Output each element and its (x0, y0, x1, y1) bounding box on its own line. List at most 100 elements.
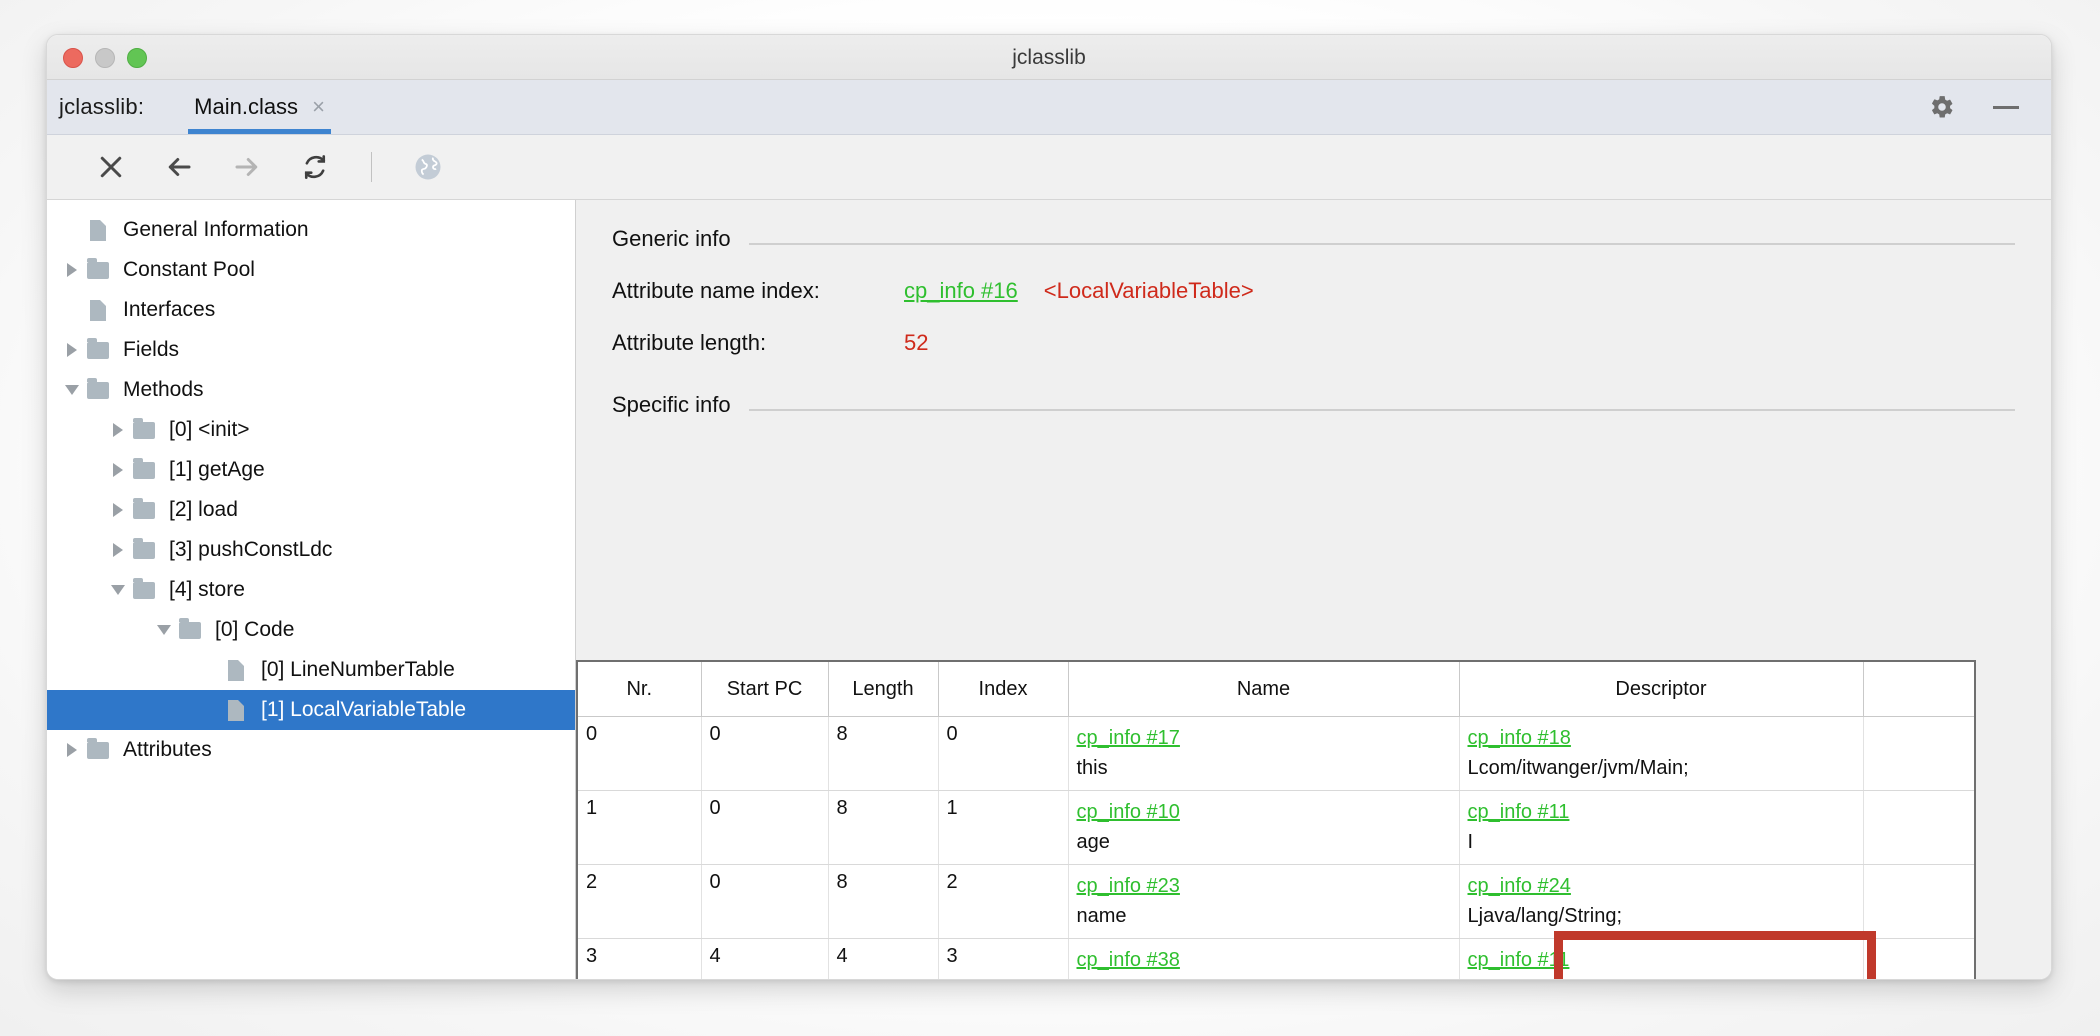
tree-node-label: Constant Pool (123, 258, 255, 282)
cell-start-pc: 0 (701, 865, 828, 939)
close-icon[interactable] (91, 147, 131, 187)
file-icon (85, 300, 111, 321)
column-header[interactable]: Name (1068, 662, 1459, 717)
table-row[interactable]: 1081cp_info #10agecp_info #11I (578, 791, 1976, 865)
tree-node[interactable]: [1] getAge (47, 450, 575, 490)
cell-filler (1863, 791, 1976, 865)
tree-node-label: [0] Code (215, 618, 294, 642)
chevron-right-icon[interactable] (59, 743, 85, 757)
chevron-down-icon[interactable] (151, 625, 177, 635)
generic-info-title: Generic info (612, 226, 731, 252)
column-header[interactable]: Start PC (701, 662, 828, 717)
back-arrow-icon[interactable] (159, 147, 199, 187)
table-row[interactable]: 0080cp_info #17thiscp_info #18Lcom/itwan… (578, 717, 1976, 791)
cp-info-link[interactable]: cp_info #18 (1468, 723, 1855, 753)
table-row[interactable]: 3443cp_info #38tempcp_info #11I (578, 939, 1976, 981)
cp-info-link[interactable]: cp_info #10 (1077, 797, 1451, 827)
tree-node-label: [2] load (169, 498, 238, 522)
folder-icon (131, 582, 157, 599)
generic-info-header: Generic info (612, 200, 2051, 252)
tree-node-label: [1] getAge (169, 458, 265, 482)
tree-node[interactable]: [3] pushConstLdc (47, 530, 575, 570)
column-header[interactable]: Length (828, 662, 938, 717)
folder-icon (131, 462, 157, 479)
tree-node[interactable]: [0] Code (47, 610, 575, 650)
cp-info-link[interactable]: cp_info #24 (1468, 871, 1855, 901)
specific-info-header: Specific info (612, 356, 2051, 418)
attribute-length-label: Attribute length: (612, 330, 904, 356)
tree-node[interactable]: [1] LocalVariableTable (47, 690, 575, 730)
chevron-right-icon[interactable] (105, 463, 131, 477)
cp-info-link[interactable]: cp_info #23 (1077, 871, 1451, 901)
gear-icon[interactable] (1929, 94, 1955, 120)
tree-node-label: Fields (123, 338, 179, 362)
cell-name: cp_info #38temp (1068, 939, 1459, 981)
tree-node-label: [4] store (169, 578, 245, 602)
tree-node[interactable]: [0] <init> (47, 410, 575, 450)
tree-node[interactable]: Interfaces (47, 290, 575, 330)
tree-node[interactable]: [4] store (47, 570, 575, 610)
screen: jclasslib jclasslib: Main.class × (0, 0, 2100, 1036)
cell-filler (1863, 717, 1976, 791)
folder-icon (131, 502, 157, 519)
tree-node[interactable]: Attributes (47, 730, 575, 770)
chevron-right-icon[interactable] (59, 263, 85, 277)
column-header[interactable]: Nr. (578, 662, 701, 717)
cell-start-pc: 0 (701, 717, 828, 791)
cp-info-link[interactable]: cp_info #17 (1077, 723, 1451, 753)
tree-node-label: [3] pushConstLdc (169, 538, 332, 562)
divider (749, 409, 2015, 411)
cp-info-link[interactable]: cp_info #38 (1077, 945, 1451, 975)
class-structure-tree[interactable]: General Information Constant Pool Interfac… (47, 200, 576, 980)
tree-node-label: Methods (123, 378, 204, 402)
cell-name-value: age (1077, 827, 1451, 857)
tree-node[interactable]: General Information (47, 210, 575, 250)
tabbar-actions (1929, 94, 2051, 120)
column-header[interactable]: Index (938, 662, 1068, 717)
tree-node[interactable]: [0] LineNumberTable (47, 650, 575, 690)
table-header: Nr.Start PCLengthIndexNameDescriptor (578, 662, 1976, 717)
column-header[interactable]: Descriptor (1459, 662, 1863, 717)
specific-info-title: Specific info (612, 392, 731, 418)
cell-descriptor: cp_info #18Lcom/itwanger/jvm/Main; (1459, 717, 1863, 791)
chevron-right-icon[interactable] (105, 543, 131, 557)
attribute-length-value: 52 (904, 330, 928, 356)
folder-icon (131, 422, 157, 439)
folder-icon (85, 262, 111, 279)
chevron-right-icon[interactable] (105, 423, 131, 437)
folder-icon (131, 542, 157, 559)
tree-node[interactable]: Methods (47, 370, 575, 410)
tree-node[interactable]: Constant Pool (47, 250, 575, 290)
chevron-right-icon[interactable] (105, 503, 131, 517)
reload-icon[interactable] (295, 147, 335, 187)
chevron-down-icon[interactable] (105, 585, 131, 595)
folder-icon (85, 742, 111, 759)
cell-nr: 3 (578, 939, 701, 981)
folder-icon (177, 622, 203, 639)
minimize-icon[interactable] (1993, 106, 2019, 109)
chevron-right-icon[interactable] (59, 343, 85, 357)
attribute-detail-pane: Generic info Attribute name index: cp_in… (576, 200, 2051, 980)
table-row[interactable]: 2082cp_info #23namecp_info #24Ljava/lang… (578, 865, 1976, 939)
tree-node[interactable]: Fields (47, 330, 575, 370)
window-titlebar: jclasslib (47, 35, 2051, 80)
cp-info-link[interactable]: cp_info #11 (1468, 797, 1855, 827)
attribute-name-index-label: Attribute name index: (612, 278, 904, 304)
attribute-length-row: Attribute length: 52 (612, 330, 2051, 356)
cell-length: 8 (828, 717, 938, 791)
cell-index: 1 (938, 791, 1068, 865)
file-icon (223, 700, 249, 721)
divider (749, 243, 2015, 245)
window-title: jclasslib (47, 46, 2051, 70)
tab-bar: jclasslib: Main.class × (47, 80, 2051, 135)
tree-node[interactable]: [2] load (47, 490, 575, 530)
chevron-down-icon[interactable] (59, 385, 85, 395)
close-icon[interactable]: × (312, 96, 325, 118)
local-variable-table-pane[interactable]: Nr.Start PCLengthIndexNameDescriptor 0 08… (576, 660, 1976, 980)
cell-length: 4 (828, 939, 938, 981)
tab-main-class[interactable]: Main.class × (188, 80, 331, 134)
cp-info-link[interactable]: cp_info #16 (904, 278, 1018, 304)
toolbar-divider (371, 152, 372, 182)
local-variable-table: Nr.Start PCLengthIndexNameDescriptor 0 08… (578, 662, 1976, 980)
cp-info-link[interactable]: cp_info #11 (1468, 945, 1855, 975)
